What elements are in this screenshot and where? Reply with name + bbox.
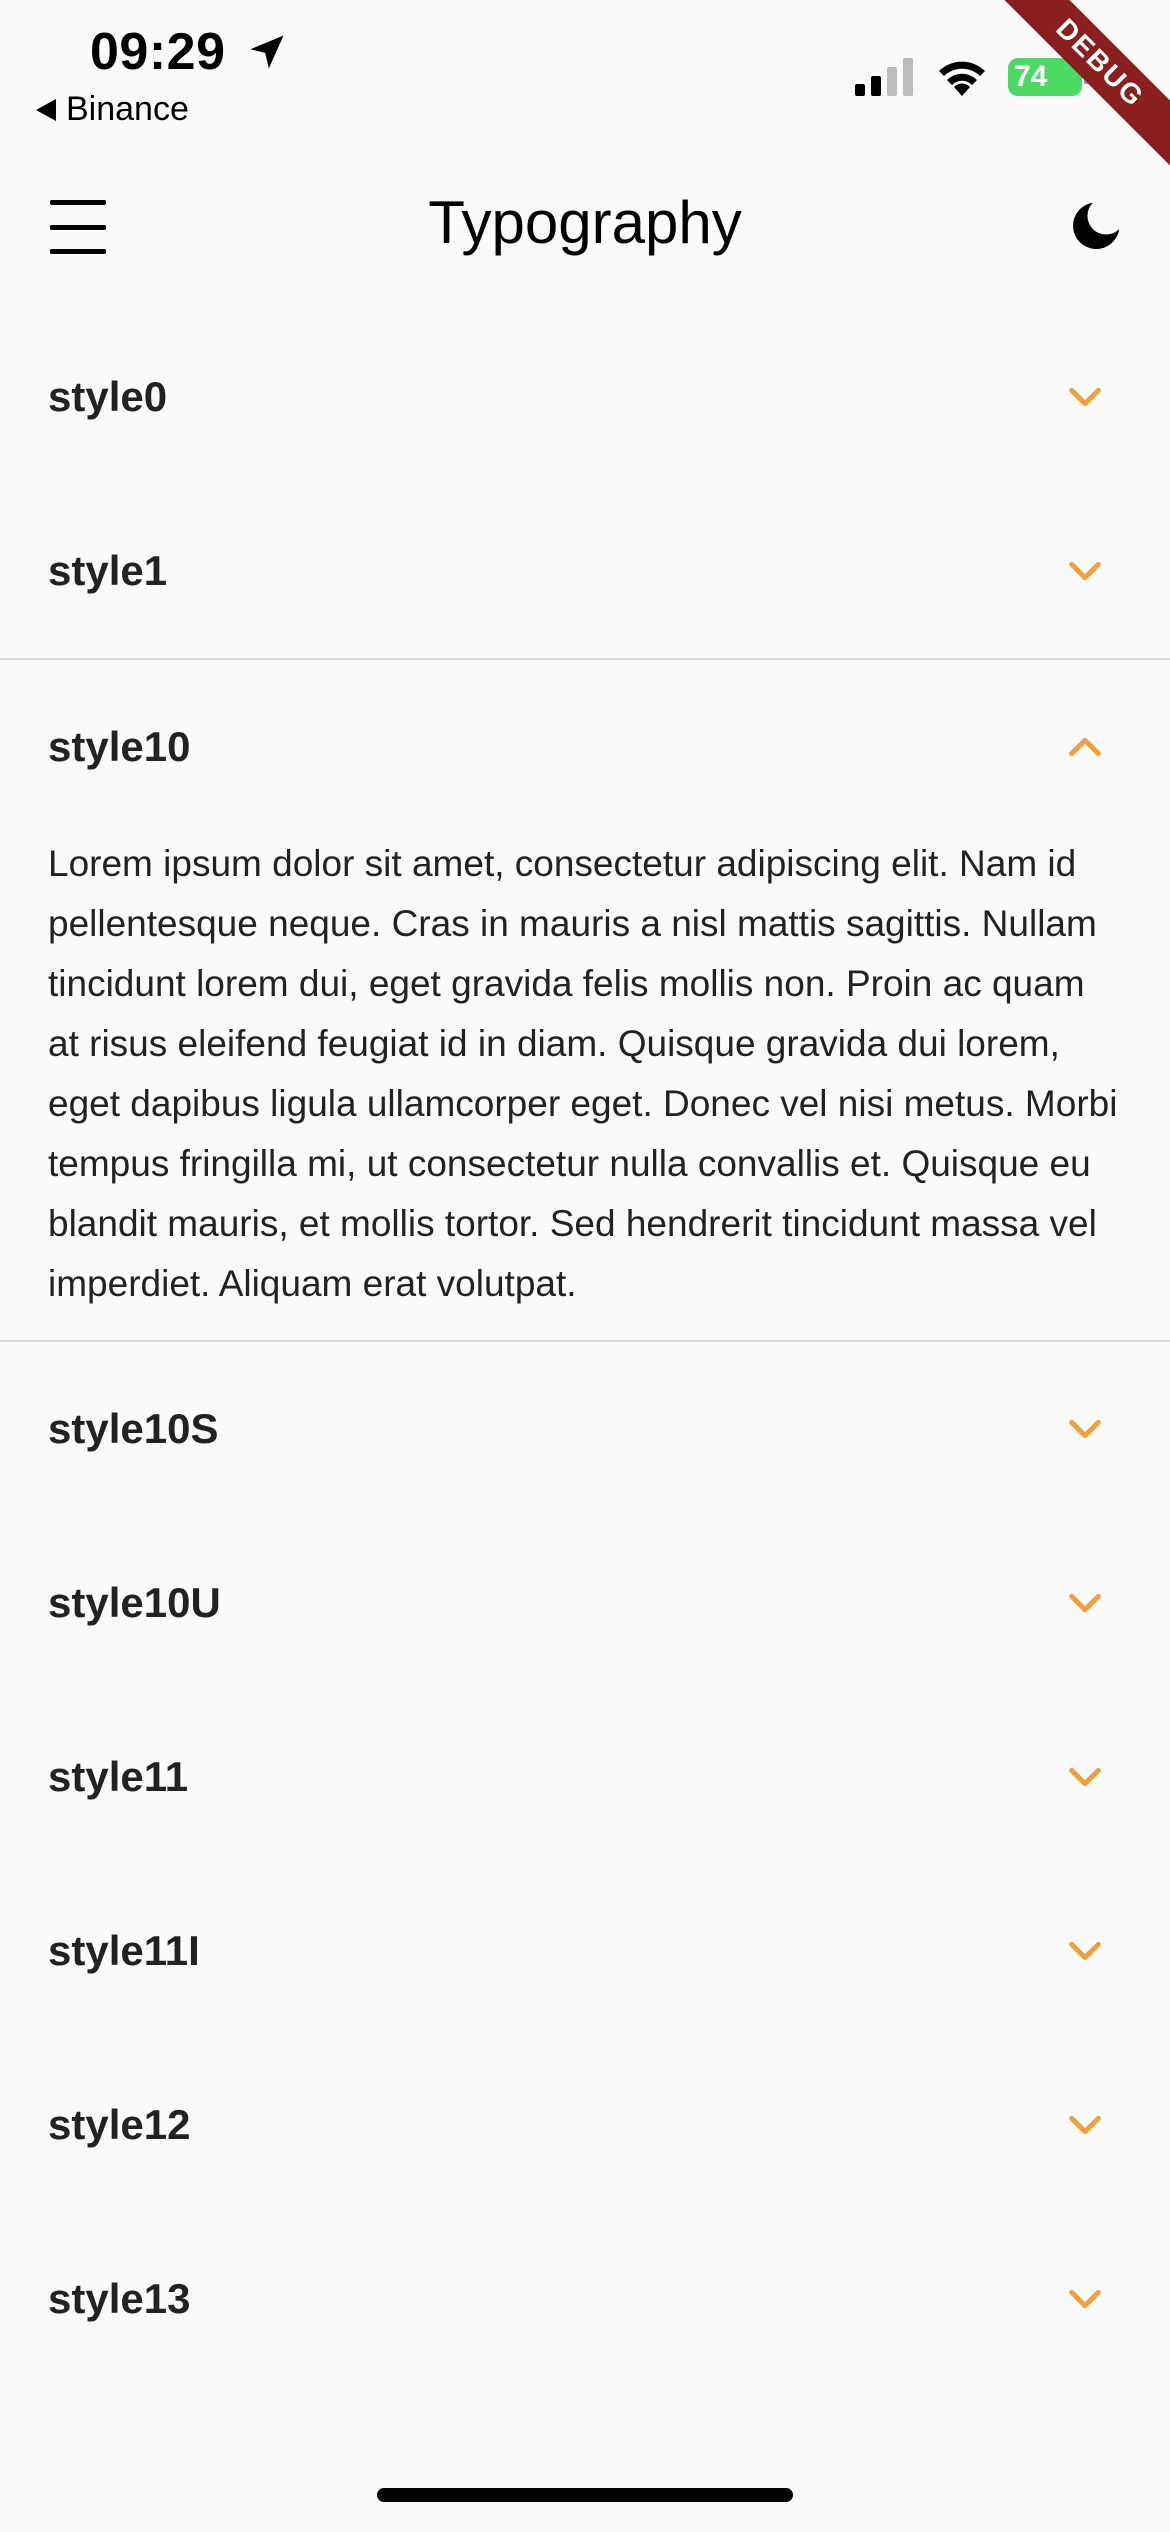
chevron-down-icon <box>1069 1419 1101 1439</box>
list-item-expanded[interactable]: style10 Lorem ipsum dolor sit amet, cons… <box>0 658 1170 1342</box>
list-item[interactable]: style0 <box>0 310 1170 484</box>
back-to-app-button[interactable]: Binance <box>36 90 189 129</box>
list-item[interactable]: style12 <box>0 2038 1170 2212</box>
list-item[interactable]: style13 <box>0 2212 1170 2386</box>
style-list: style0 style1 style10 Lorem ipsum dolor … <box>0 310 1170 2386</box>
tile-title: style11I <box>48 1927 200 1974</box>
tile-title: style10 <box>48 723 191 770</box>
app-bar: Typography <box>0 160 1170 290</box>
tile-header[interactable]: style10S <box>0 1342 1170 1516</box>
tile-header[interactable]: style10U <box>0 1516 1170 1690</box>
back-app-label: Binance <box>66 90 189 128</box>
tile-title: style12 <box>48 2101 191 2148</box>
tile-header[interactable]: style13 <box>0 2212 1170 2386</box>
tile-title: style11 <box>48 1753 189 1800</box>
tile-title: style0 <box>48 373 168 420</box>
tile-header[interactable]: style11I <box>0 1864 1170 2038</box>
status-time: 09:29 <box>90 23 226 81</box>
tile-body-text: Lorem ipsum dolor sit amet, consectetur … <box>48 843 1118 1304</box>
list-item[interactable]: style11I <box>0 1864 1170 2038</box>
tile-title: style10S <box>48 1405 219 1452</box>
tile-title: style13 <box>48 2275 191 2322</box>
tile-title: style1 <box>48 547 168 594</box>
chevron-down-icon <box>1069 1593 1101 1613</box>
back-triangle-icon <box>36 98 56 121</box>
status-bar: 09:29 Binance 74 DEBUG <box>0 0 1170 172</box>
chevron-down-icon <box>1069 387 1101 407</box>
signal-icon <box>855 58 913 96</box>
tile-header[interactable]: style0 <box>0 310 1170 484</box>
home-indicator[interactable] <box>377 2488 793 2502</box>
tile-header[interactable]: style12 <box>0 2038 1170 2212</box>
wifi-icon <box>939 61 985 96</box>
list-item[interactable]: style10U <box>0 1516 1170 1690</box>
screen: 09:29 Binance 74 DEBUG Typography style0… <box>0 0 1170 2532</box>
tile-title: style10U <box>48 1579 221 1626</box>
moon-icon[interactable] <box>1065 195 1127 257</box>
location-arrow-icon <box>250 35 284 69</box>
chevron-down-icon <box>1069 561 1101 581</box>
tile-header[interactable]: style1 <box>0 484 1170 658</box>
chevron-down-icon <box>1069 1941 1101 1961</box>
tile-header[interactable]: style10 <box>0 660 1170 834</box>
tile-header[interactable]: style11 <box>0 1690 1170 1864</box>
list-item[interactable]: style1 <box>0 484 1170 658</box>
chevron-down-icon <box>1069 2289 1101 2309</box>
chevron-down-icon <box>1069 2115 1101 2135</box>
list-item[interactable]: style11 <box>0 1690 1170 1864</box>
page-title: Typography <box>428 189 742 256</box>
chevron-down-icon <box>1069 1767 1101 1787</box>
list-item[interactable]: style10S <box>0 1342 1170 1516</box>
chevron-up-icon <box>1069 737 1101 757</box>
